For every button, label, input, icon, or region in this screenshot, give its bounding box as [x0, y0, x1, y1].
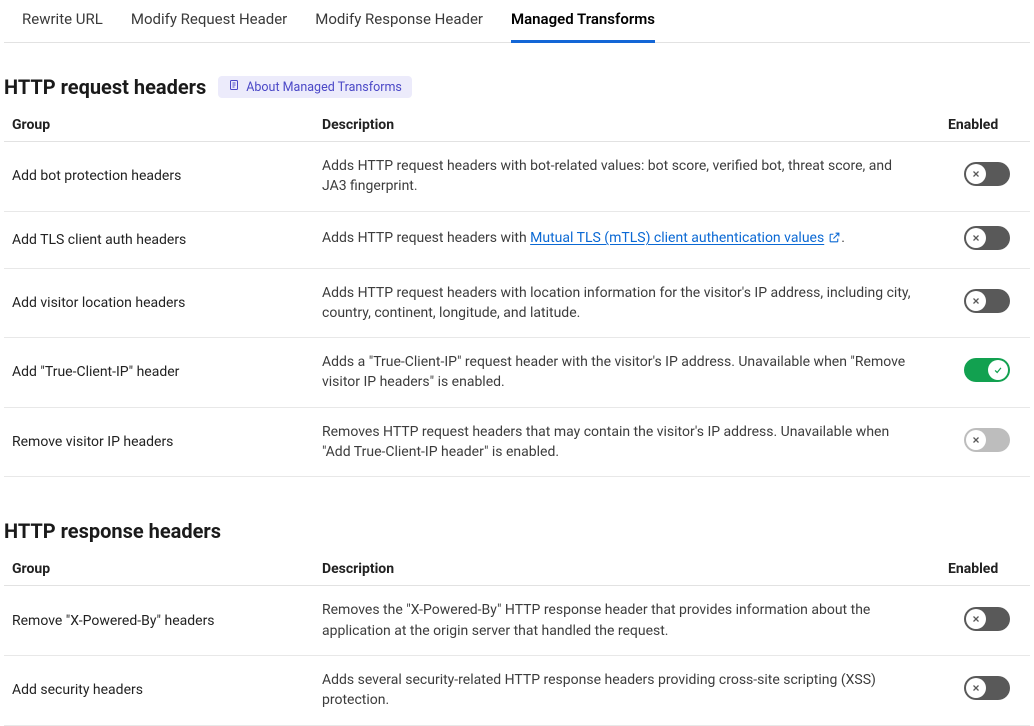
about-managed-transforms-link[interactable]: About Managed Transforms	[218, 76, 412, 98]
col-header-enabled: Enabled	[940, 109, 1030, 142]
table-row: Add TLS client auth headersAdds HTTP req…	[4, 211, 1030, 268]
table-row: Remove "X-Powered-By" headersRemoves the…	[4, 586, 1030, 656]
external-link-icon	[828, 230, 841, 250]
x-icon	[966, 609, 986, 629]
col-header-group: Group	[4, 553, 314, 586]
tab-modify-request-header[interactable]: Modify Request Header	[131, 0, 287, 43]
x-icon	[966, 291, 986, 311]
row-enabled	[940, 211, 1030, 268]
col-header-group: Group	[4, 109, 314, 142]
table-row: Add visitor location headersAdds HTTP re…	[4, 268, 1030, 338]
tab-modify-response-header[interactable]: Modify Response Header	[315, 0, 483, 43]
toggle[interactable]	[964, 607, 1010, 631]
row-group: Add visitor location headers	[4, 268, 314, 338]
row-group: Add TLS client auth headers	[4, 211, 314, 268]
col-header-description: Description	[314, 553, 940, 586]
row-group: Remove visitor IP headers	[4, 407, 314, 477]
toggle	[964, 428, 1010, 452]
tabs-bar: Rewrite URL Modify Request Header Modify…	[4, 0, 1030, 43]
x-icon	[966, 228, 986, 248]
table-row: Add security headersAdds several securit…	[4, 655, 1030, 725]
x-icon	[966, 430, 986, 450]
row-enabled	[940, 586, 1030, 656]
row-enabled	[940, 407, 1030, 477]
table-row: Remove visitor IP headersRemoves HTTP re…	[4, 407, 1030, 477]
x-icon	[966, 164, 986, 184]
tab-rewrite-url[interactable]: Rewrite URL	[22, 0, 103, 43]
col-header-enabled: Enabled	[940, 553, 1030, 586]
document-icon	[228, 79, 240, 95]
about-link-label: About Managed Transforms	[246, 80, 402, 95]
row-enabled	[940, 655, 1030, 725]
toggle[interactable]	[964, 676, 1010, 700]
response-headers-table: Group Description Enabled Remove "X-Powe…	[4, 553, 1030, 725]
tab-managed-transforms[interactable]: Managed Transforms	[511, 0, 655, 43]
row-description: Removes the "X-Powered-By" HTTP response…	[314, 586, 940, 656]
row-group: Add bot protection headers	[4, 142, 314, 212]
row-description: Removes HTTP request headers that may co…	[314, 407, 940, 477]
col-header-description: Description	[314, 109, 940, 142]
row-group: Add "True-Client-IP" header	[4, 338, 314, 408]
check-icon	[988, 360, 1008, 380]
row-enabled	[940, 268, 1030, 338]
table-row: Add "True-Client-IP" headerAdds a "True-…	[4, 338, 1030, 408]
toggle[interactable]	[964, 289, 1010, 313]
row-description: Adds HTTP request headers with bot-relat…	[314, 142, 940, 212]
row-enabled	[940, 338, 1030, 408]
toggle[interactable]	[964, 162, 1010, 186]
row-description: Adds a "True-Client-IP" request header w…	[314, 338, 940, 408]
toggle[interactable]	[964, 226, 1010, 250]
row-description: Adds HTTP request headers with location …	[314, 268, 940, 338]
section-title-request: HTTP request headers	[4, 75, 206, 99]
table-row: Add bot protection headersAdds HTTP requ…	[4, 142, 1030, 212]
row-description: Adds several security-related HTTP respo…	[314, 655, 940, 725]
row-group: Remove "X-Powered-By" headers	[4, 586, 314, 656]
request-headers-table: Group Description Enabled Add bot protec…	[4, 109, 1030, 477]
row-group: Add security headers	[4, 655, 314, 725]
toggle[interactable]	[964, 358, 1010, 382]
row-description: Adds HTTP request headers with Mutual TL…	[314, 211, 940, 268]
row-enabled	[940, 142, 1030, 212]
section-title-response: HTTP response headers	[4, 519, 221, 543]
x-icon	[966, 678, 986, 698]
mtls-values-link[interactable]: Mutual TLS (mTLS) client authentication …	[530, 230, 824, 246]
